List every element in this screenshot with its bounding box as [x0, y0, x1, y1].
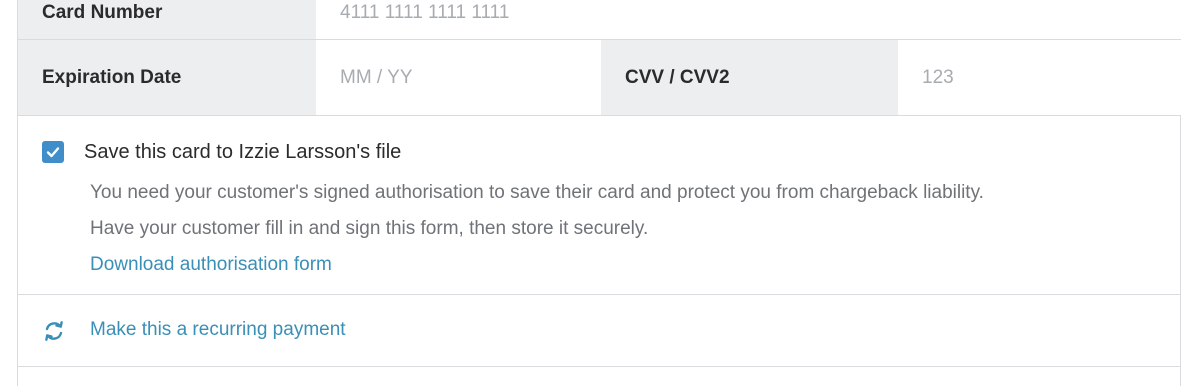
- card-number-label: Card Number: [18, 0, 316, 39]
- recurring-payment-link[interactable]: Make this a recurring payment: [90, 319, 346, 341]
- cvv-field[interactable]: [898, 40, 1182, 115]
- save-card-section: Save this card to Izzie Larsson's file Y…: [18, 116, 1180, 295]
- payment-card-form: Card Number Expiration Date CVV / CVV2 S…: [17, 0, 1182, 386]
- download-authorisation-form-link[interactable]: Download authorisation form: [90, 254, 332, 276]
- cvv-label-text: CVV / CVV2: [625, 66, 730, 88]
- save-card-checkbox[interactable]: [42, 141, 64, 163]
- expiration-date-label-text: Expiration Date: [42, 66, 182, 88]
- authorisation-help-line-1: You need your customer's signed authoris…: [90, 182, 984, 203]
- recurring-payment-row[interactable]: Make this a recurring payment: [18, 295, 1180, 367]
- card-number-field[interactable]: [316, 0, 1182, 39]
- expiration-date-label: Expiration Date: [18, 40, 316, 115]
- authorisation-help-line-2: Have your customer fill in and sign this…: [90, 218, 649, 239]
- card-number-input[interactable]: [340, 1, 1182, 24]
- card-number-row: Card Number: [18, 0, 1182, 40]
- cvv-input[interactable]: [922, 66, 1182, 89]
- cvv-label: CVV / CVV2: [601, 40, 898, 115]
- expiration-date-input[interactable]: [340, 66, 601, 89]
- recurring-arrows-icon: [45, 321, 63, 341]
- checkmark-icon: [46, 147, 60, 158]
- expiration-cvv-row: Expiration Date CVV / CVV2: [18, 40, 1182, 116]
- save-card-label[interactable]: Save this card to Izzie Larsson's file: [84, 141, 401, 164]
- expiration-date-field[interactable]: [316, 40, 601, 115]
- card-number-label-text: Card Number: [42, 1, 163, 23]
